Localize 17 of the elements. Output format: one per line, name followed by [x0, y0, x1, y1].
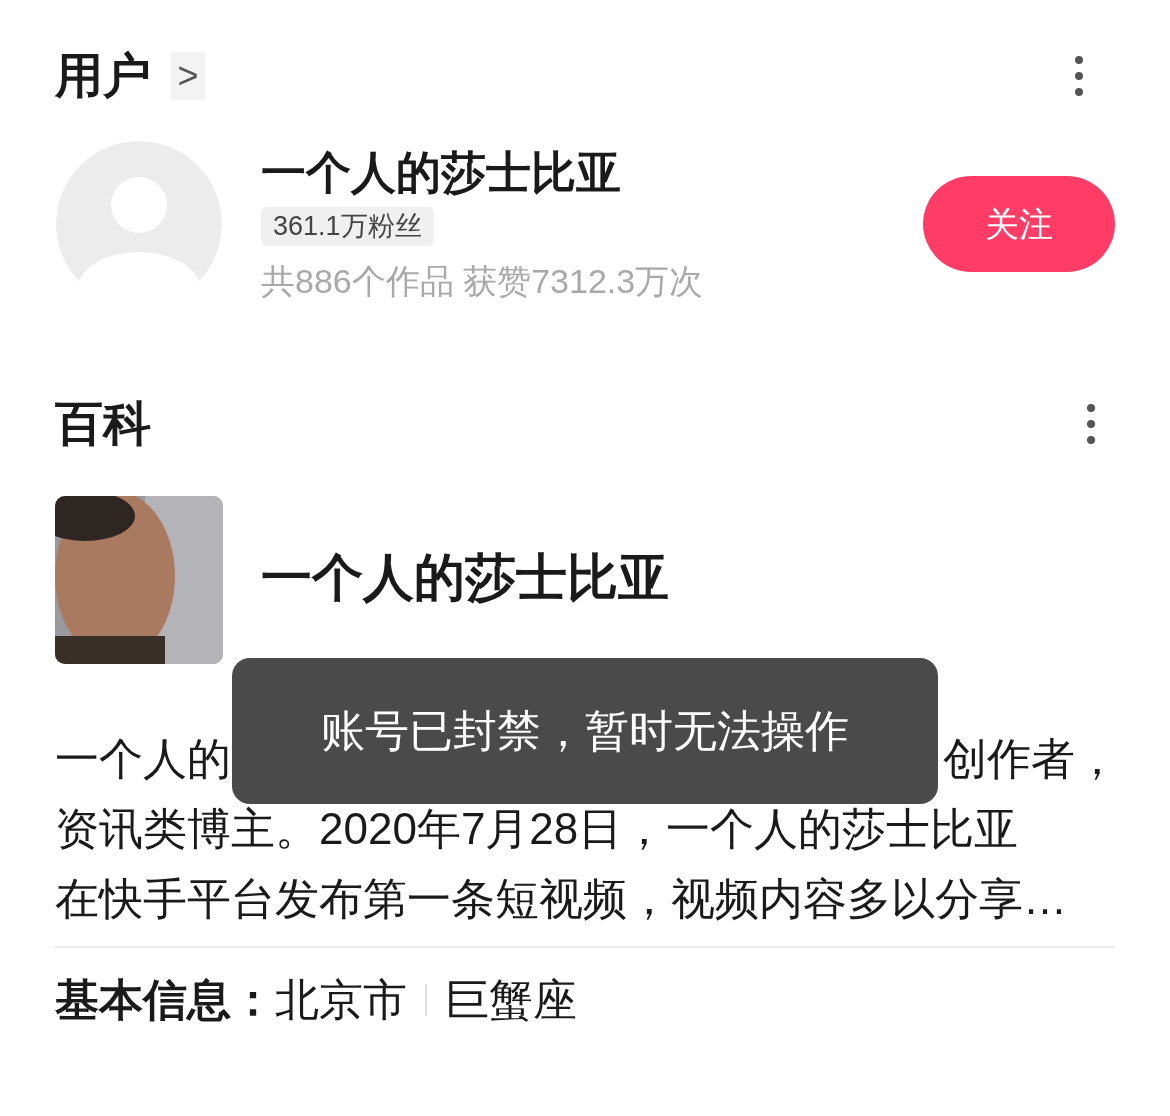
summary-line: 资讯类博主。2020年7月28日，一个人的莎士比亚: [55, 804, 1019, 853]
section-title: 百科: [55, 400, 151, 448]
entry-title[interactable]: 一个人的莎士比亚: [261, 539, 669, 617]
section-arrow-button[interactable]: >: [171, 52, 205, 100]
summary-fragment: 创作者，: [943, 733, 1119, 785]
section-title: 用户: [55, 52, 151, 100]
user-stats: 共886个作品 获赞7312.3万次: [261, 264, 705, 298]
info-label: 基本信息：: [55, 978, 275, 1022]
summary-line: 在快手平台发布第一条短视频，视频内容多以分享…: [55, 874, 1067, 923]
info-value: 巨蟹座: [445, 978, 577, 1022]
user-name[interactable]: 一个人的莎士比亚: [261, 150, 923, 195]
toast: 账号已封禁，暂时无法操作: [232, 658, 938, 804]
more-icon[interactable]: [1073, 55, 1085, 97]
summary-fragment: 一个人的: [55, 733, 231, 785]
followers-tag: 361.1万粉丝: [261, 207, 434, 246]
more-icon[interactable]: [1085, 403, 1097, 445]
info-value: 北京市: [275, 978, 407, 1022]
